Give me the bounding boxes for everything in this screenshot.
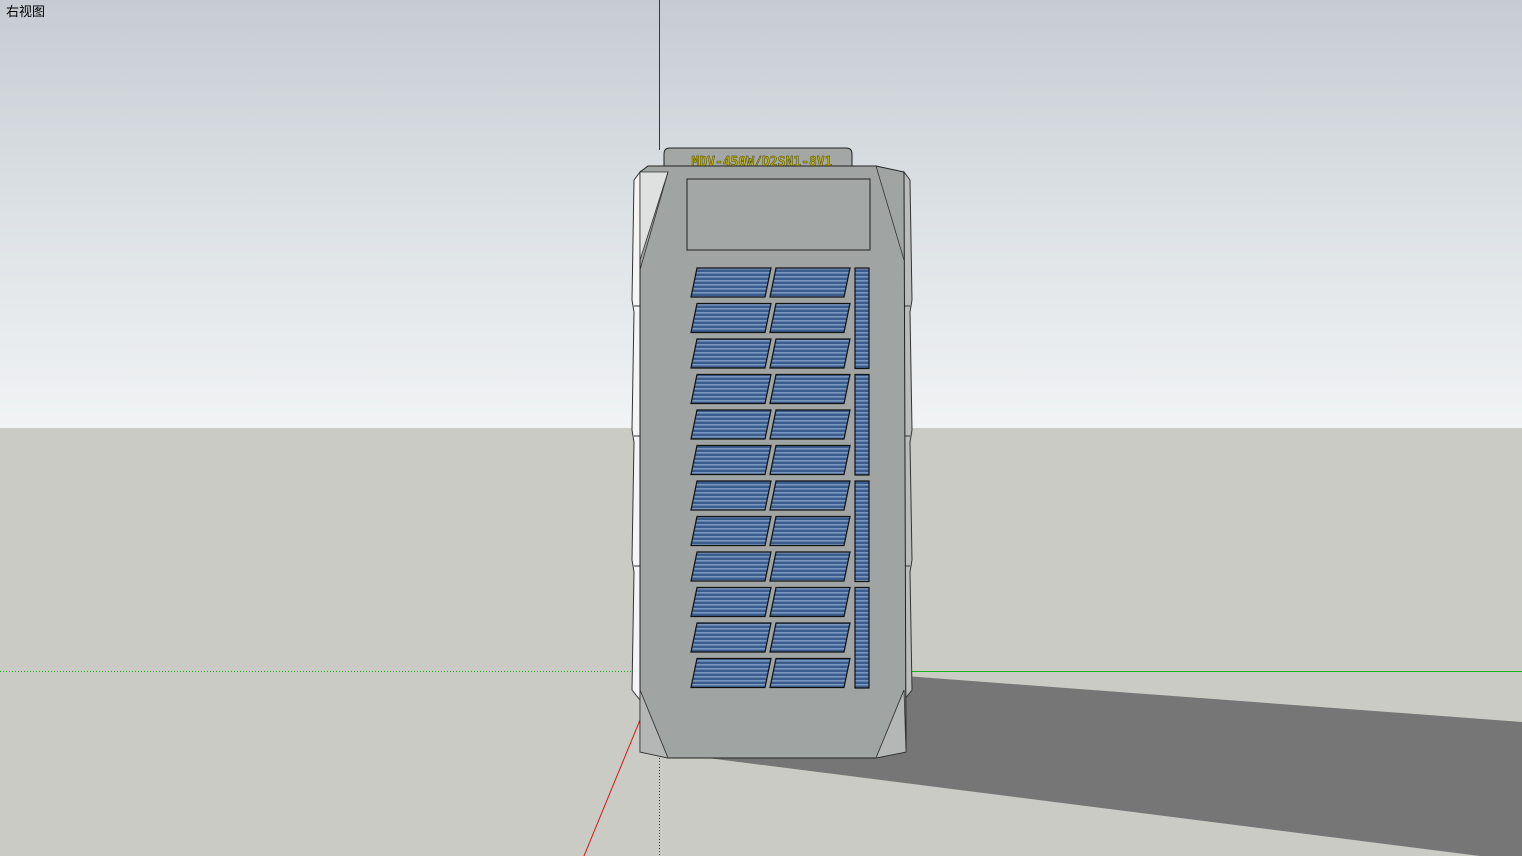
louver-slat xyxy=(769,551,851,582)
louver-slat xyxy=(769,373,851,405)
side-vent-strip xyxy=(854,480,870,583)
side-vent-strip xyxy=(854,586,870,689)
louver-slat xyxy=(769,338,851,369)
louver-slat xyxy=(690,657,772,689)
side-vent-strip xyxy=(854,267,870,370)
louver-slat xyxy=(769,657,851,689)
louver-slat xyxy=(769,409,851,440)
louver-slat xyxy=(690,302,772,334)
left-side-panel xyxy=(631,170,641,702)
louver-slat xyxy=(690,267,772,298)
scene-canvas[interactable]: MDV-450W/D2SN1-8V1 xyxy=(0,0,1522,856)
louver-slat xyxy=(690,515,772,547)
louver-slat xyxy=(690,480,772,511)
louver-slat xyxy=(690,409,772,440)
red-axis xyxy=(583,719,641,856)
louver-slat xyxy=(769,586,851,618)
louver-slat xyxy=(690,551,772,582)
side-vent-strip xyxy=(854,373,870,476)
louver-slat xyxy=(769,267,851,298)
louver-slat xyxy=(690,622,772,653)
louver-slat xyxy=(769,480,851,511)
louver-slat xyxy=(690,338,772,369)
3d-viewport[interactable]: 右视图 MDV-450W/D2SN1-8V1 xyxy=(0,0,1522,856)
louver-slat xyxy=(690,586,772,618)
louver-slat xyxy=(769,444,851,476)
louver-slat xyxy=(769,302,851,334)
louver-slat xyxy=(690,373,772,405)
louver-slat xyxy=(769,622,851,653)
display-window xyxy=(686,178,871,251)
louver-slat xyxy=(769,515,851,547)
louver-slat xyxy=(690,444,772,476)
